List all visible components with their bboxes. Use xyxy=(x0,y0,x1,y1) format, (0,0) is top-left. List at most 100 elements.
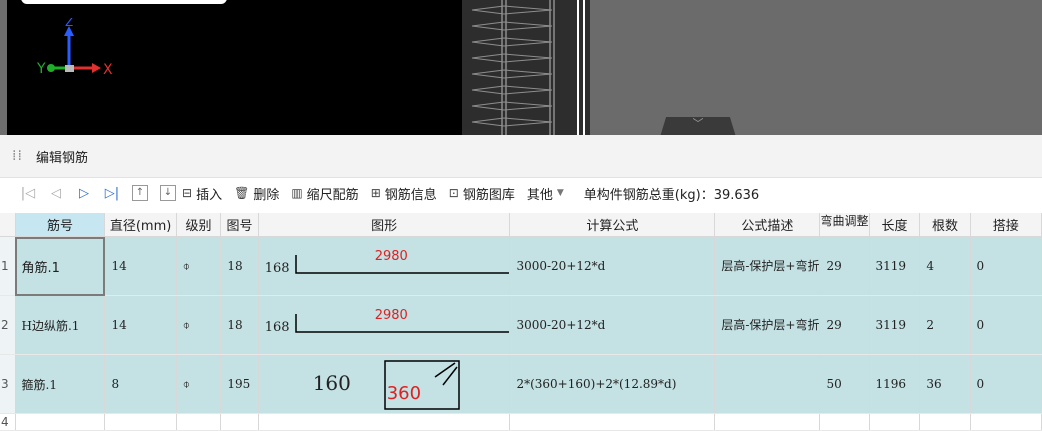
3d-viewport[interactable]: Z Y X ﹀ xyxy=(0,0,1042,135)
delete-button[interactable]: 🗑︎ 删除 xyxy=(234,184,279,203)
cell-diameter[interactable]: 8 xyxy=(104,354,177,414)
insert-row-icon: ⊟ xyxy=(182,186,193,200)
shape-top-dim: 2980 xyxy=(374,249,408,264)
cell-length[interactable]: 1196 xyxy=(869,354,921,414)
ruler-icon: ▥ xyxy=(291,186,303,200)
cell-bend-adjust[interactable]: 29 xyxy=(819,236,870,296)
panel-title: 编辑钢筋 xyxy=(36,150,89,166)
viewport-right-pane[interactable] xyxy=(590,0,1042,135)
cell-figure-no[interactable]: 195 xyxy=(220,354,259,414)
chevron-down-icon: ﹀ xyxy=(692,117,704,130)
cell-count[interactable]: 4 xyxy=(919,236,971,296)
header-formula-desc[interactable]: 公式描述 xyxy=(714,213,821,237)
header-shape[interactable]: 图形 xyxy=(258,213,511,237)
cell-diameter[interactable]: 14 xyxy=(104,236,177,296)
row-number: 4 xyxy=(0,413,16,431)
cell-bend-adjust[interactable]: 29 xyxy=(819,295,870,355)
cell-count[interactable]: 36 xyxy=(919,354,971,414)
scale-rebar-button[interactable]: ▥ 缩尺配筋 xyxy=(291,184,358,203)
table-row[interactable]: 2 H边纵筋.1 14 ⌽ 18 168 2980 3000-20+12*d 层… xyxy=(0,295,1042,355)
trash-icon: 🗑︎ xyxy=(234,186,250,200)
cell-empty[interactable] xyxy=(919,413,971,431)
rebar-library-button[interactable]: ⊡ 钢筋图库 xyxy=(449,184,515,203)
cell-bend-adjust[interactable]: 50 xyxy=(819,354,870,414)
header-figure-no[interactable]: 图号 xyxy=(220,213,259,237)
cell-lap[interactable]: 0 xyxy=(970,236,1042,296)
cell-empty[interactable] xyxy=(104,413,177,431)
library-icon: ⊡ xyxy=(448,186,459,200)
cell-lap[interactable]: 0 xyxy=(970,295,1042,355)
cell-bar-name[interactable]: H边纵筋.1 xyxy=(15,295,106,355)
cell-shape[interactable]: 168 2980 xyxy=(258,236,511,296)
previous-record-button[interactable]: ◁ xyxy=(42,186,70,201)
viewport-left-pane[interactable]: Z Y X xyxy=(7,0,462,135)
cell-grade[interactable]: ⌽ xyxy=(176,236,222,296)
cell-empty[interactable] xyxy=(869,413,921,431)
axis-z-label: Z xyxy=(65,18,73,29)
cell-empty[interactable] xyxy=(714,413,821,431)
insert-button[interactable]: ⊟ 插入 xyxy=(182,184,222,203)
cell-formula[interactable]: 3000-20+12*d xyxy=(509,295,716,355)
cell-empty[interactable] xyxy=(258,413,511,431)
collapse-handle[interactable]: ﹀ xyxy=(660,117,736,135)
table-row[interactable]: 1 角筋.1 14 ⌽ 18 168 2980 3000-20+12*d 层高-… xyxy=(0,236,1042,296)
cell-empty[interactable] xyxy=(15,413,106,431)
table-row[interactable]: 3 箍筋.1 8 ⌽ 195 160 360 2*(360+160)+2*(12… xyxy=(0,354,1042,414)
cell-lap[interactable]: 0 xyxy=(970,354,1042,414)
cell-formula-desc[interactable]: 层高-保护层+弯折 xyxy=(714,236,821,296)
cell-grade[interactable]: ⌽ xyxy=(176,295,222,355)
cell-formula[interactable]: 2*(360+160)+2*(12.89*d) xyxy=(509,354,716,414)
drag-grip-icon[interactable]: ⁞⁞ xyxy=(12,149,22,163)
panel-header: ⁞⁞ 编辑钢筋 xyxy=(0,135,1042,178)
insert-label: 插入 xyxy=(196,187,223,203)
cell-grade[interactable]: ⌽ xyxy=(176,354,222,414)
cell-shape[interactable]: 168 2980 xyxy=(258,295,511,355)
cell-length[interactable]: 3119 xyxy=(869,295,921,355)
header-length[interactable]: 长度 xyxy=(869,213,921,237)
shape-top-dim: 360 xyxy=(386,383,422,404)
last-record-button[interactable]: ▷| xyxy=(98,186,126,201)
edit-rebar-panel: ⁞⁞ 编辑钢筋 |◁ ◁ ▷ ▷| ↑ ↓ ⊟ 插入 🗑︎ 删除 ▥ 缩尺配筋 … xyxy=(0,135,1042,431)
cell-shape[interactable]: 160 360 xyxy=(258,354,511,414)
rebar-table: 筋号 直径(mm) 级别 图号 图形 计算公式 公式描述 弯曲调整 长度 根数 … xyxy=(0,213,1042,431)
cell-empty[interactable] xyxy=(970,413,1042,431)
header-lap[interactable]: 搭接 xyxy=(970,213,1042,237)
other-menu-button[interactable]: 其他 ▼ xyxy=(527,184,564,203)
rebar-shape-drawing: 160 360 xyxy=(265,355,509,413)
cell-figure-no[interactable]: 18 xyxy=(220,295,259,355)
move-down-button[interactable]: ↓ xyxy=(160,185,176,201)
header-diameter[interactable]: 直径(mm) xyxy=(104,213,177,237)
cell-formula[interactable]: 3000-20+12*d xyxy=(509,236,716,296)
header-bar-name[interactable]: 筋号 xyxy=(15,213,106,237)
next-record-button[interactable]: ▷ xyxy=(70,186,98,201)
other-label: 其他 xyxy=(526,187,553,203)
cell-bar-name[interactable]: 箍筋.1 xyxy=(15,354,106,414)
cell-figure-no[interactable]: 18 xyxy=(220,236,259,296)
header-formula[interactable]: 计算公式 xyxy=(509,213,716,237)
header-bend-adjust[interactable]: 弯曲调整 xyxy=(819,213,870,237)
cell-empty[interactable] xyxy=(509,413,716,431)
cell-empty[interactable] xyxy=(176,413,222,431)
row-number: 1 xyxy=(0,236,16,296)
row-number: 2 xyxy=(0,295,16,355)
toolbar: |◁ ◁ ▷ ▷| ↑ ↓ ⊟ 插入 🗑︎ 删除 ▥ 缩尺配筋 ⊞ 钢筋信息 ⊡… xyxy=(0,178,1042,208)
cell-empty[interactable] xyxy=(819,413,870,431)
first-record-button[interactable]: |◁ xyxy=(14,186,42,201)
rebar-3d-preview[interactable] xyxy=(462,0,590,135)
table-row-empty[interactable]: 4 xyxy=(0,413,1042,431)
cell-diameter[interactable]: 14 xyxy=(104,295,177,355)
cell-count[interactable]: 2 xyxy=(919,295,971,355)
axis-y-label: Y xyxy=(37,61,46,77)
cell-formula-desc[interactable] xyxy=(714,354,821,414)
cell-length[interactable]: 3119 xyxy=(869,236,921,296)
table-header-row: 筋号 直径(mm) 级别 图号 图形 计算公式 公式描述 弯曲调整 长度 根数 … xyxy=(0,213,1042,237)
rebar-info-button[interactable]: ⊞ 钢筋信息 xyxy=(371,184,437,203)
move-up-button[interactable]: ↑ xyxy=(132,185,148,201)
cell-formula-desc[interactable]: 层高-保护层+弯折 xyxy=(714,295,821,355)
shape-left-dim: 168 xyxy=(264,261,290,276)
header-count[interactable]: 根数 xyxy=(919,213,971,237)
cell-bar-name[interactable]: 角筋.1 xyxy=(15,236,106,296)
header-grade[interactable]: 级别 xyxy=(176,213,222,237)
delete-label: 删除 xyxy=(253,187,280,203)
cell-empty[interactable] xyxy=(220,413,259,431)
